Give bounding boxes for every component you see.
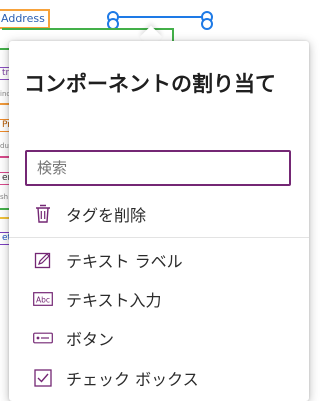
menu-item-label: テキスト ラベル [66, 252, 183, 271]
remove-tag-button[interactable]: タグを削除 [9, 195, 309, 233]
menu-item-checkbox[interactable]: チェック ボックス [9, 359, 309, 397]
button-icon [33, 328, 53, 348]
text-input-icon: Abc [33, 289, 53, 309]
menu-item-button[interactable]: ボタン [9, 319, 309, 357]
selected-line-shape[interactable] [112, 16, 206, 18]
popup-title: コンポーネントの割り当て [24, 72, 276, 96]
svg-text:Abc: Abc [36, 296, 50, 305]
text-label-icon [33, 250, 53, 270]
menu-item-text-input[interactable]: Abc テキスト入力 [9, 280, 309, 318]
search-input[interactable] [25, 150, 291, 186]
assign-component-popup: コンポーネントの割り当て タグを削除 テキスト ラベル Abc [9, 41, 309, 401]
menu-item-label: テキスト入力 [66, 291, 162, 310]
menu-item-label: チェック ボックス [66, 370, 199, 389]
menu-item-text-label[interactable]: テキスト ラベル [9, 241, 309, 279]
remove-tag-label: タグを削除 [66, 206, 147, 225]
trash-icon [33, 204, 53, 224]
checkbox-icon [33, 368, 53, 388]
resize-handle-bottom-right[interactable] [201, 18, 213, 30]
canvas-fragment: sh [0, 193, 9, 201]
menu-divider [9, 237, 309, 238]
address-field-tag[interactable]: Address [0, 9, 50, 29]
menu-item-label: ボタン [66, 330, 115, 349]
